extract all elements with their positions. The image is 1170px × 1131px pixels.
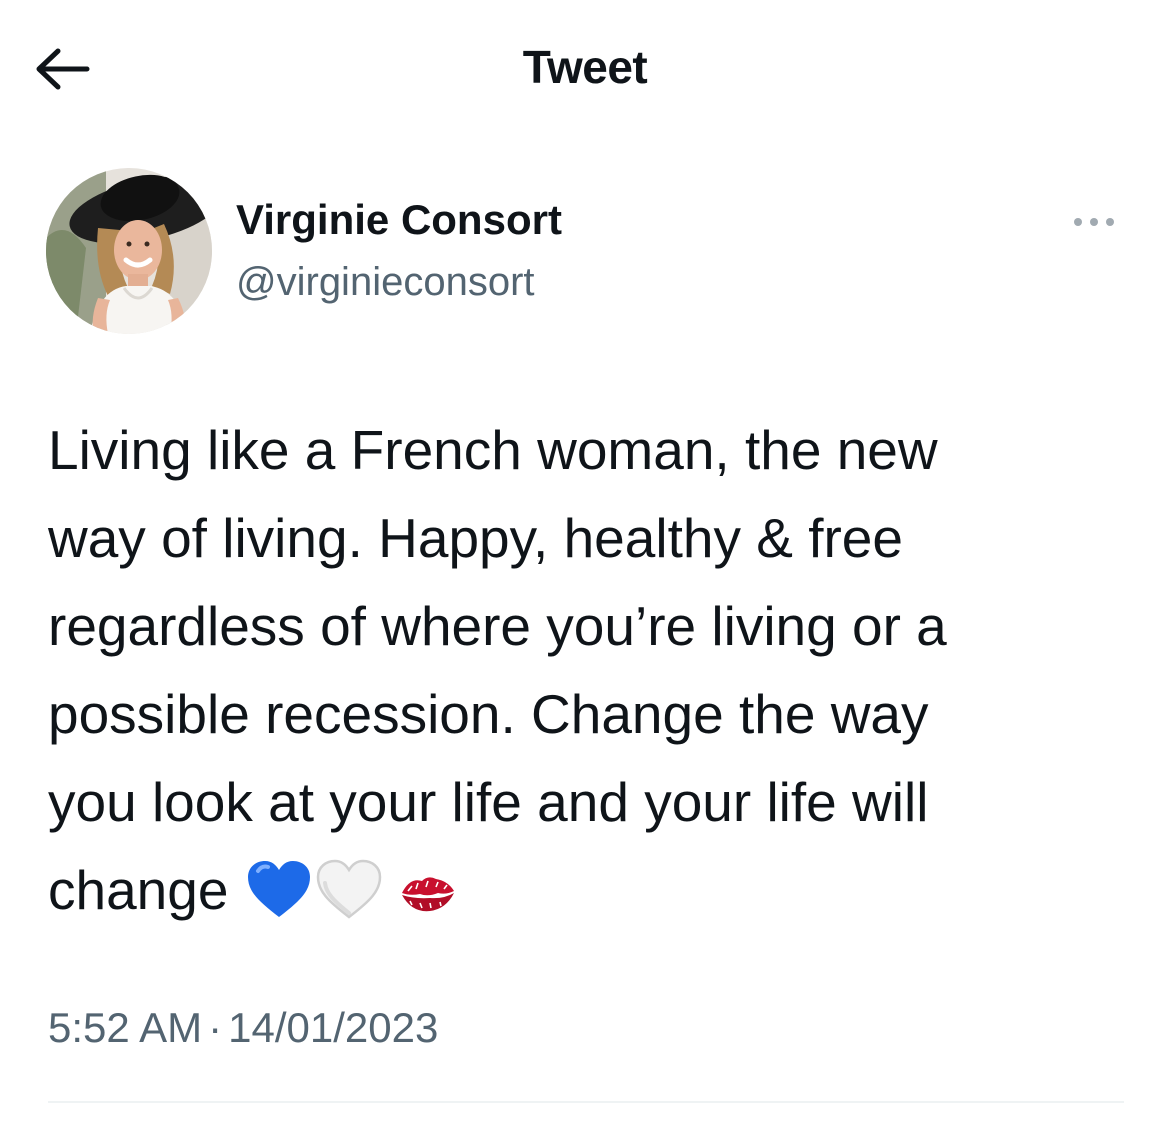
top-bar: Tweet: [0, 0, 1170, 130]
white-heart-emoji: [314, 857, 384, 946]
divider: [48, 1101, 1124, 1103]
kiss-mark-emoji: [384, 858, 458, 946]
tweet-timestamp[interactable]: 5:52 AM · 14/01/2023: [48, 1004, 438, 1052]
tweet-date: 14/01/2023: [228, 1004, 439, 1051]
tweet-line: change: [48, 859, 229, 921]
tweet-line: regardless of where you’re living or a: [48, 595, 947, 657]
tweet-last-line: change: [48, 846, 1138, 934]
profile-photo-avatar: [46, 168, 212, 334]
author-row: Virginie Consort @virginieconsort: [0, 166, 1170, 341]
tweet-line: possible recession. Change the way: [48, 683, 929, 745]
avatar[interactable]: [46, 168, 212, 334]
tweet-line: way of living. Happy, healthy & free: [48, 507, 903, 569]
tweet-time: 5:52 AM: [48, 1004, 203, 1051]
more-horizontal-icon: [1074, 218, 1114, 226]
more-button[interactable]: [1062, 204, 1126, 240]
tweet-line: you look at your life and your life will: [48, 771, 929, 833]
page-title: Tweet: [522, 41, 648, 93]
author-name[interactable]: Virginie Consort: [236, 196, 562, 244]
tweet-text: Living like a French woman, the new way …: [48, 406, 1138, 934]
timestamp-separator: ·: [208, 1004, 223, 1051]
tweet-line: Living like a French woman, the new: [48, 419, 938, 481]
author-handle[interactable]: @virginieconsort: [236, 260, 535, 305]
blue-heart-emoji: [244, 857, 314, 946]
